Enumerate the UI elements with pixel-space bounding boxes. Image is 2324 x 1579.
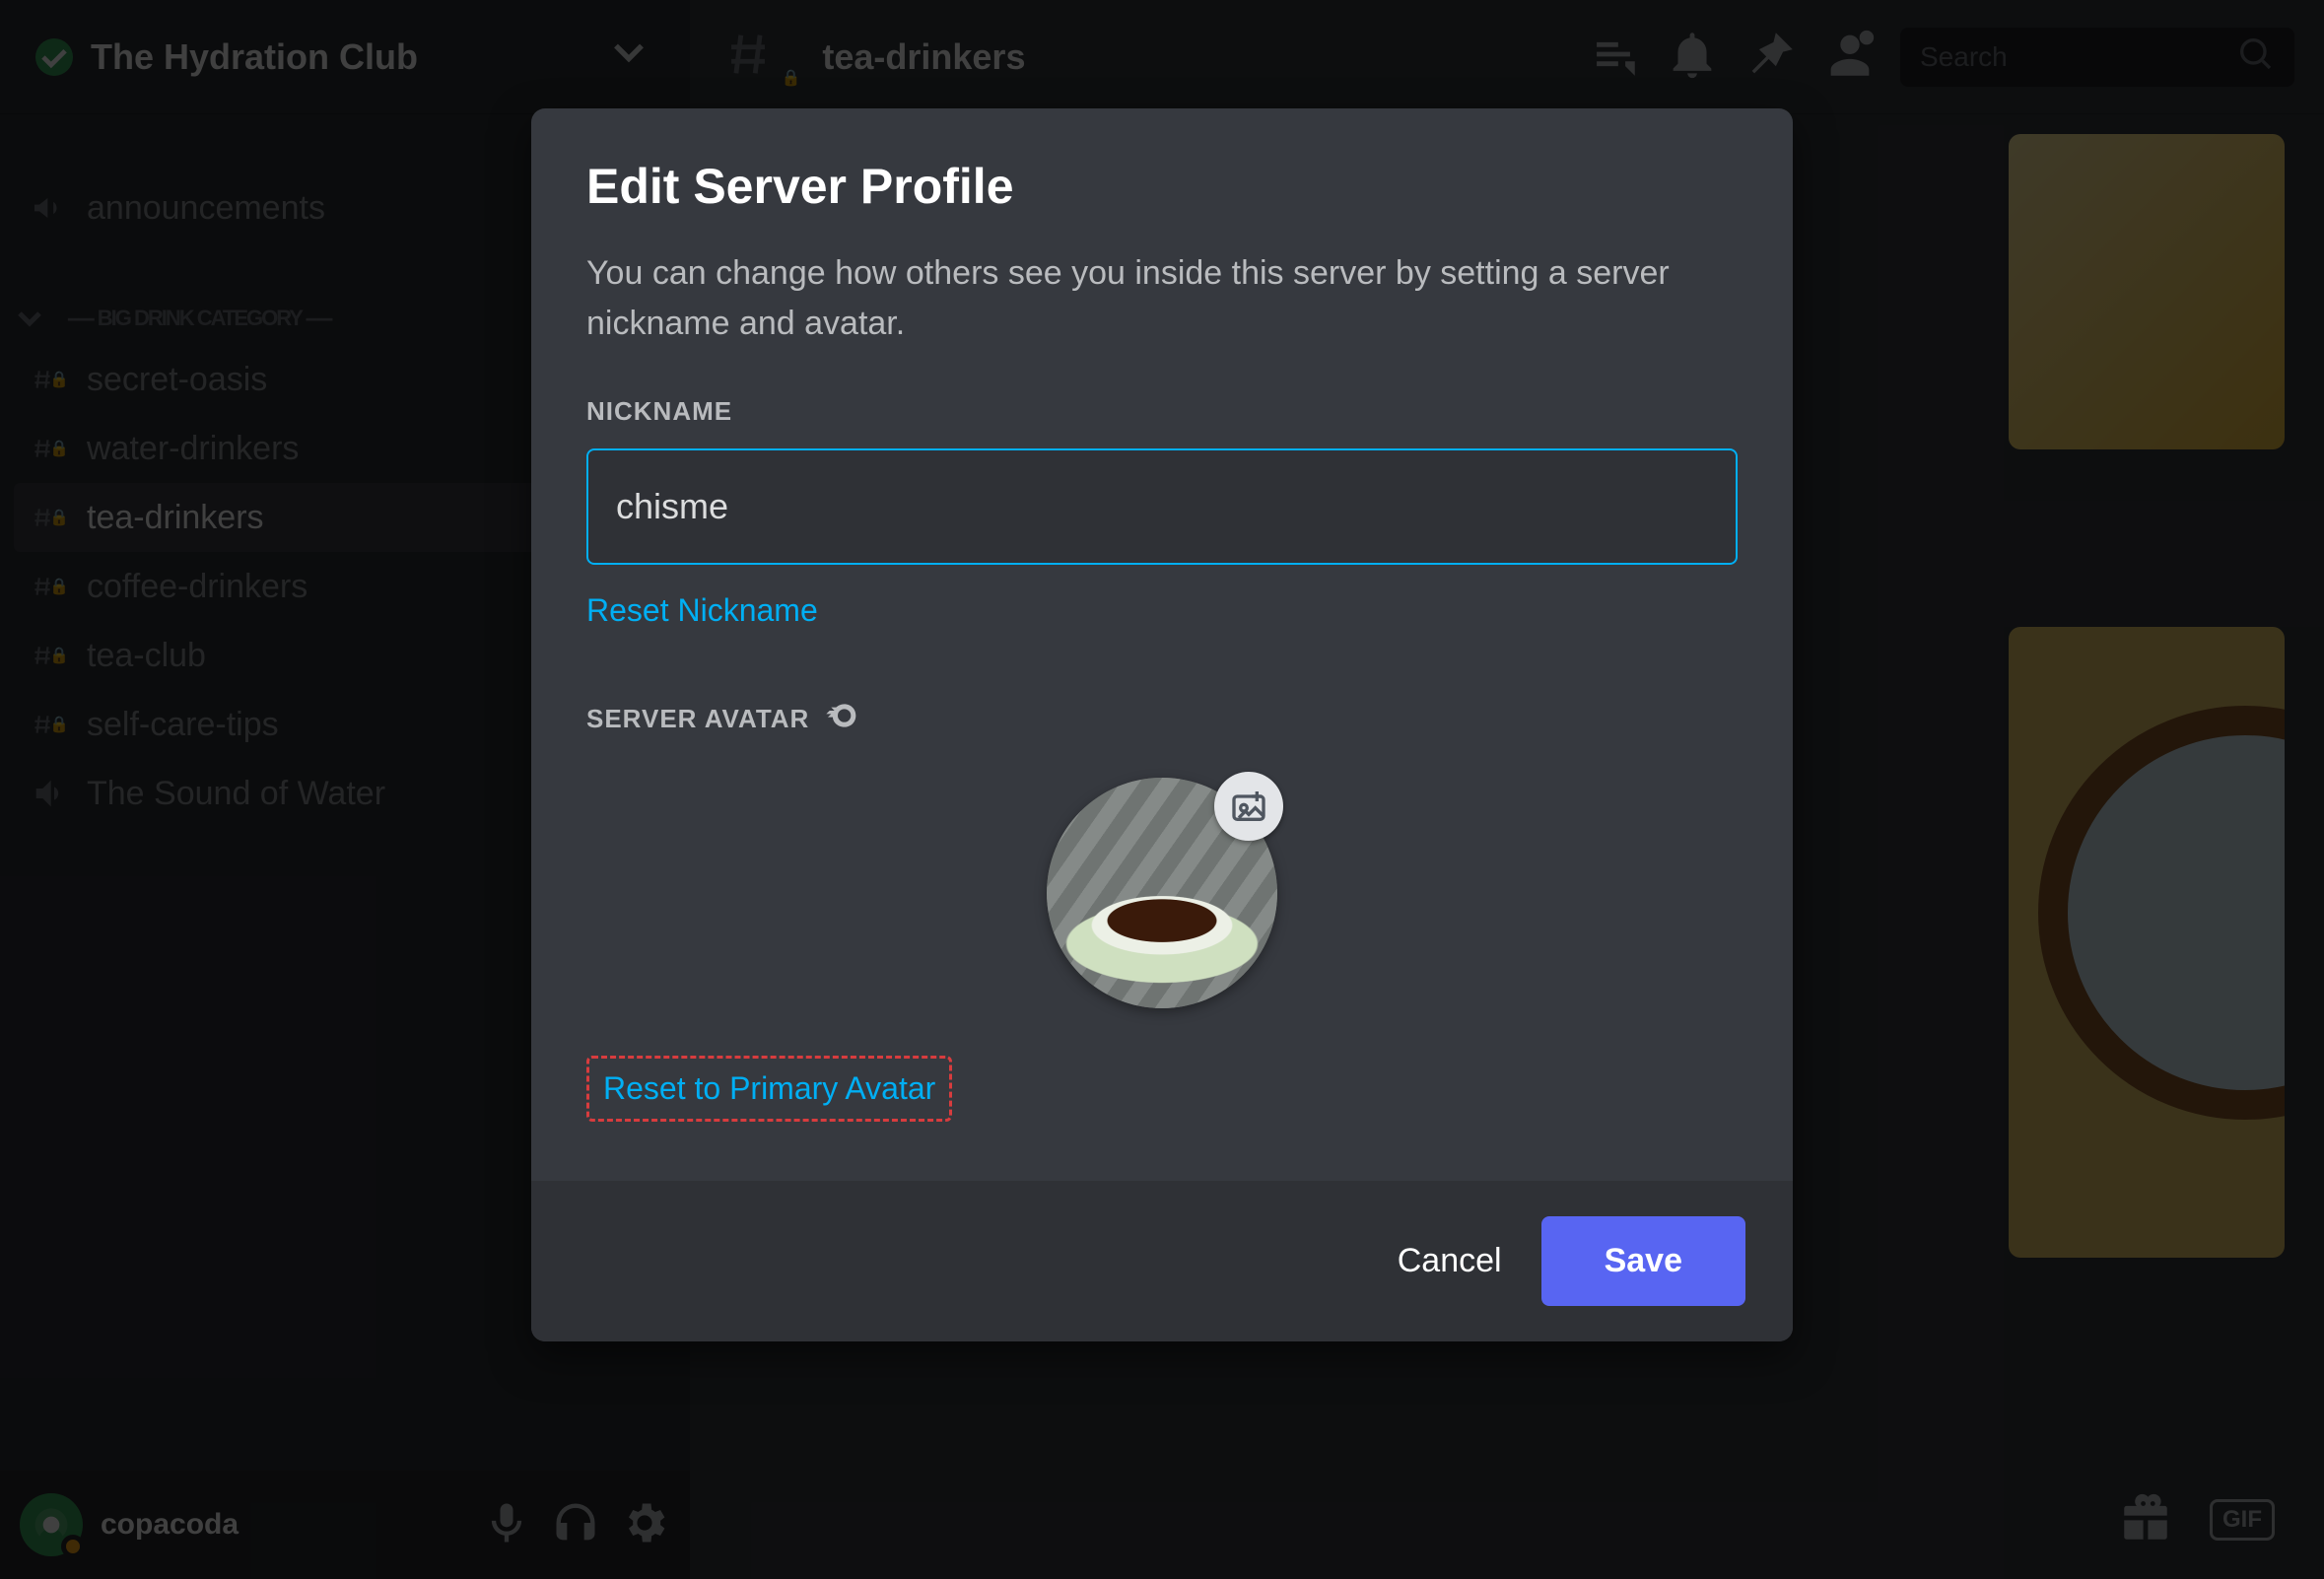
nickname-input[interactable] bbox=[586, 448, 1738, 565]
reset-avatar-button[interactable]: Reset to Primary Avatar bbox=[603, 1066, 935, 1111]
nitro-badge-icon bbox=[823, 696, 862, 742]
save-button[interactable]: Save bbox=[1541, 1216, 1745, 1306]
cancel-button[interactable]: Cancel bbox=[1398, 1242, 1502, 1280]
modal-footer: Cancel Save bbox=[531, 1181, 1793, 1341]
modal-description: You can change how others see you inside… bbox=[586, 248, 1738, 349]
upload-image-icon[interactable] bbox=[1214, 772, 1283, 841]
edit-server-profile-modal: Edit Server Profile You can change how o… bbox=[531, 108, 1793, 1341]
modal-title: Edit Server Profile bbox=[586, 158, 1738, 215]
server-avatar-preview[interactable] bbox=[1047, 778, 1277, 1008]
reset-nickname-button[interactable]: Reset Nickname bbox=[586, 588, 818, 633]
modal-overlay[interactable]: Edit Server Profile You can change how o… bbox=[0, 0, 2324, 1579]
server-avatar-label: SERVER AVATAR bbox=[586, 696, 1738, 742]
nickname-label: NICKNAME bbox=[586, 396, 1738, 427]
